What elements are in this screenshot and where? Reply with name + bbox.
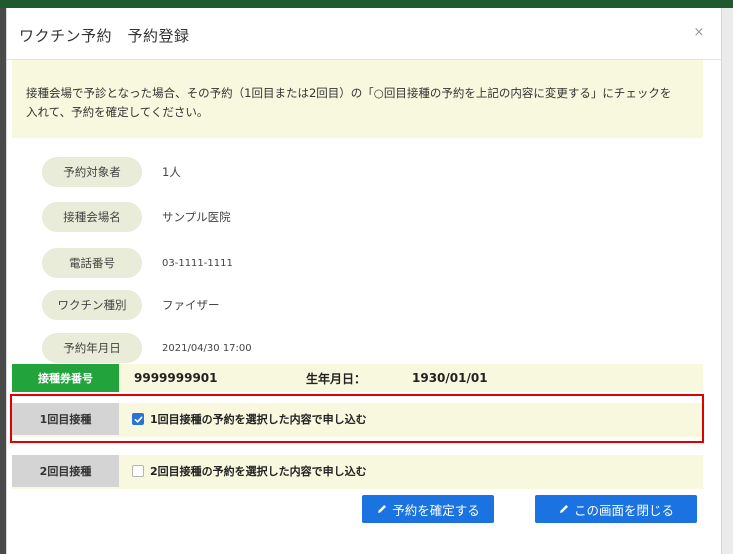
detail-value: 03-1111-1111 — [162, 257, 233, 269]
dose-option-text[interactable]: 1回目接種の予約を選択した内容で申し込む — [150, 403, 367, 435]
close-button-label: この画面を閉じる — [573, 502, 674, 518]
dob-value: 1930/01/01 — [412, 371, 488, 385]
detail-label: 予約対象者 — [42, 157, 142, 187]
detail-value: ファイザー — [162, 298, 220, 312]
dose-second-checkbox[interactable] — [132, 465, 144, 477]
dose-row-first: 1回目接種 1回目接種の予約を選択した内容で申し込む — [12, 403, 703, 437]
modal-title: ワクチン予約 予約登録 — [19, 27, 190, 45]
dose-option-text[interactable]: 2回目接種の予約を選択した内容で申し込む — [150, 455, 367, 487]
detail-row-datetime: 予約年月日 2021/04/30 17:00 — [12, 331, 703, 365]
detail-label: 電話番号 — [42, 248, 142, 278]
ticket-row: 接種券番号 9999999901 生年月日： 1930/01/01 — [12, 364, 703, 392]
backdrop-page-header — [0, 0, 733, 8]
pencil-icon — [558, 503, 570, 515]
detail-label: ワクチン種別 — [42, 290, 142, 320]
detail-row-phone: 電話番号 03-1111-1111 — [12, 246, 703, 280]
confirm-reservation-button[interactable]: 予約を確定する — [362, 495, 494, 523]
close-screen-button[interactable]: この画面を閉じる — [535, 495, 697, 523]
detail-row-venue: 接種会場名 サンプル医院 — [12, 200, 703, 234]
ticket-label: 接種券番号 — [12, 364, 119, 392]
ticket-number: 9999999901 — [134, 371, 218, 385]
instruction-notice: 接種会場で予診となった場合、その予約（1回目または2回目）の「○回目接種の予約を… — [12, 60, 703, 138]
detail-row-target: 予約対象者 1人 — [12, 155, 703, 189]
pencil-icon — [376, 503, 388, 515]
detail-label: 接種会場名 — [42, 202, 142, 232]
close-button[interactable]: × — [691, 24, 707, 40]
detail-value: 2021/04/30 17:00 — [162, 342, 252, 354]
close-icon: × — [693, 24, 705, 40]
dose-label: 1回目接種 — [12, 403, 119, 435]
dose-row-second: 2回目接種 2回目接種の予約を選択した内容で申し込む — [12, 455, 703, 489]
detail-value: サンプル医院 — [162, 210, 231, 224]
dose-first-checkbox[interactable] — [132, 413, 144, 425]
detail-value: 1人 — [162, 165, 181, 179]
confirm-button-label: 予約を確定する — [392, 502, 480, 518]
dob-label: 生年月日： — [306, 371, 367, 386]
detail-label: 予約年月日 — [42, 333, 142, 363]
modal-header: ワクチン予約 予約登録 × — [7, 8, 721, 60]
notice-text: 接種会場で予診となった場合、その予約（1回目または2回目）の「○回目接種の予約を… — [26, 86, 672, 119]
detail-row-vaccine: ワクチン種別 ファイザー — [12, 288, 703, 322]
dose-label: 2回目接種 — [12, 455, 119, 487]
check-icon — [134, 416, 143, 423]
backdrop-page-right — [722, 8, 733, 554]
